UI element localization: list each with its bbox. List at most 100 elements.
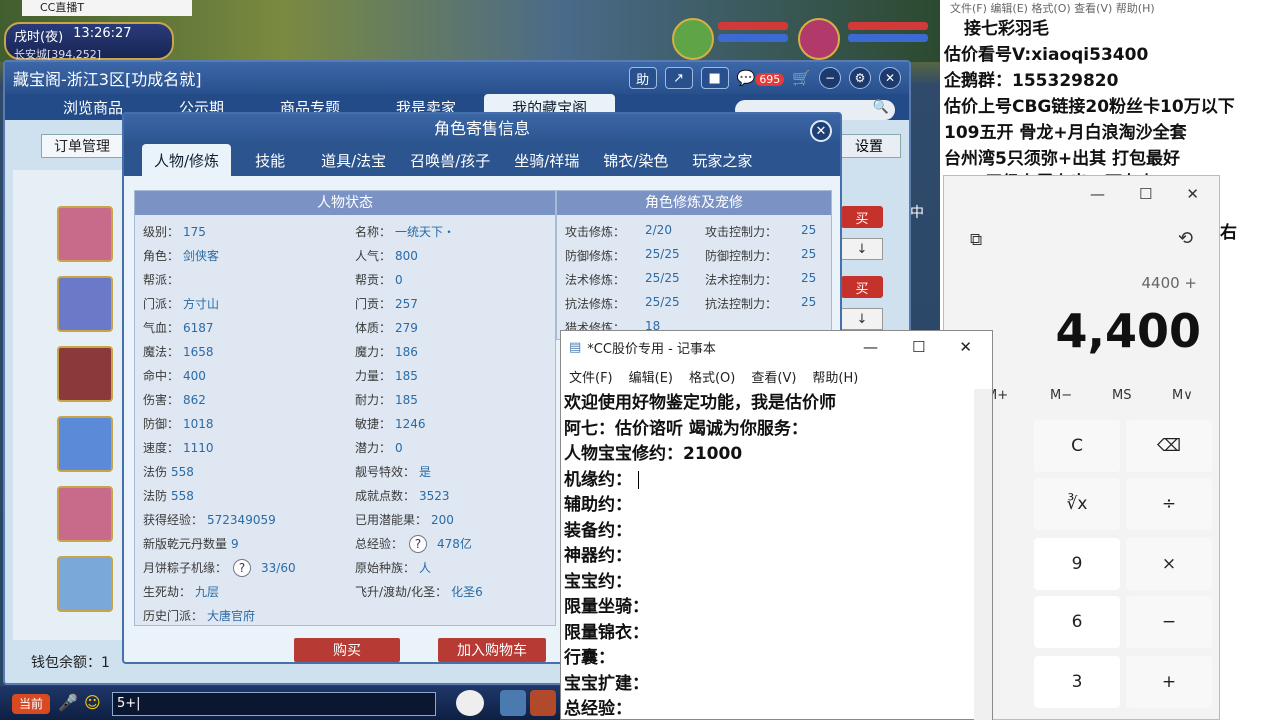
pet-icon[interactable]: [456, 690, 484, 716]
clear-button[interactable]: C: [1034, 420, 1120, 472]
cultivation-label: 防御修炼：: [565, 249, 626, 263]
status-label: 法防: [143, 489, 168, 503]
search-icon[interactable]: 🔍: [873, 100, 889, 115]
minimize-icon[interactable]: −: [819, 67, 841, 89]
menu-edit[interactable]: 编辑(E): [629, 367, 673, 386]
status-row: 门贡： 257: [355, 295, 418, 312]
digit-3-button[interactable]: 3: [1034, 656, 1120, 708]
status-value: 558: [171, 465, 194, 479]
status-label: 角色：: [143, 249, 180, 263]
pet-avatar[interactable]: [672, 18, 714, 60]
menu-file[interactable]: 文件(F): [569, 367, 613, 386]
tab-character[interactable]: 人物/修炼: [142, 144, 232, 176]
emoji-icon[interactable]: ☺: [84, 693, 101, 712]
role-dialog-title: 角色寄售信息: [124, 114, 840, 144]
order-management-button[interactable]: 订单管理: [41, 134, 123, 158]
minimize-icon[interactable]: —: [1090, 185, 1105, 203]
list-item[interactable]: [57, 276, 113, 332]
buy-button-row2[interactable]: 买: [841, 276, 883, 298]
chest-icon[interactable]: [530, 690, 556, 716]
status-label: 级别：: [143, 225, 180, 239]
list-item[interactable]: [57, 206, 113, 262]
digit-6-button[interactable]: 6: [1034, 596, 1120, 648]
sort-button-row1[interactable]: ↓: [841, 238, 883, 260]
tab-home[interactable]: 玩家之家: [680, 144, 764, 176]
status-row: 耐力： 185: [355, 391, 418, 408]
microphone-icon[interactable]: 🎤: [58, 693, 78, 712]
status-row: 月饼粽子机缘：? 33/60: [143, 559, 296, 577]
minimize-icon[interactable]: —: [863, 338, 878, 356]
close-icon[interactable]: ✕: [810, 120, 832, 142]
buy-button-row1[interactable]: 买: [841, 206, 883, 228]
multiply-button[interactable]: ×: [1126, 538, 1212, 590]
maximize-icon[interactable]: ☐: [912, 338, 925, 356]
status-label: 耐力：: [355, 393, 392, 407]
menu-format[interactable]: 格式(O): [689, 367, 735, 386]
tab-pets[interactable]: 召唤兽/孩子: [398, 144, 502, 176]
close-icon[interactable]: ✕: [1186, 185, 1199, 203]
plus-button[interactable]: +: [1126, 656, 1212, 708]
sort-button-row2[interactable]: ↓: [841, 308, 883, 330]
menu-help[interactable]: 帮助(H): [812, 367, 858, 386]
minus-button[interactable]: −: [1126, 596, 1212, 648]
status-label: 魔法：: [143, 345, 180, 359]
settings-button[interactable]: 设置: [837, 134, 901, 158]
maximize-icon[interactable]: ☐: [1139, 185, 1152, 203]
memory-list-button[interactable]: M∨: [1172, 388, 1193, 403]
overlay-line: 台州湾5只须弥+出其 打包最好: [944, 149, 1180, 169]
text-line: 宝宝扩建：: [564, 673, 649, 694]
add-to-cart-button[interactable]: 加入购物车: [438, 638, 546, 662]
cultivation-label: 法术控制力：: [705, 273, 778, 287]
gear-icon[interactable]: ⚙: [849, 67, 871, 89]
help-icon[interactable]: ?: [233, 559, 252, 577]
help-button[interactable]: 助: [628, 67, 657, 89]
tab-items[interactable]: 道具/法宝: [309, 144, 398, 176]
calc-result: 4,400: [1055, 304, 1201, 358]
backspace-button[interactable]: ⌫: [1126, 420, 1212, 472]
status-row: 帮贡： 0: [355, 271, 403, 288]
cart-icon[interactable]: 🛒: [792, 69, 811, 87]
message-icon[interactable]: 💬 695: [737, 69, 785, 87]
text-line: 阿七：估价谘听 竭诚为你服务：: [564, 418, 808, 439]
keep-on-top-icon[interactable]: ⧉: [970, 230, 982, 250]
tab-outfits[interactable]: 锦衣/染色: [591, 144, 680, 176]
chat-channel-button[interactable]: 当前: [12, 694, 50, 714]
notepad-text-area[interactable]: 欢迎使用好物鉴定功能，我是估价师 阿七：估价谘听 竭诚为你服务： 人物宝宝修约：…: [561, 389, 975, 720]
memory-store-button[interactable]: MS: [1112, 388, 1131, 403]
list-item[interactable]: [57, 486, 113, 542]
history-icon[interactable]: ⟲: [1178, 228, 1193, 249]
status-row: 体质： 279: [355, 319, 418, 336]
chat-input[interactable]: 5+|: [112, 692, 436, 716]
status-label: 新版乾元丹数量: [143, 537, 228, 551]
tab-mounts[interactable]: 坐骑/祥瑞: [502, 144, 591, 176]
list-item[interactable]: [57, 346, 113, 402]
player-avatar[interactable]: [798, 18, 840, 60]
list-item[interactable]: [57, 556, 113, 612]
memory-subtract-button[interactable]: M−: [1050, 388, 1072, 403]
status-row: 新版乾元丹数量 9: [143, 535, 239, 552]
help-icon[interactable]: ?: [409, 535, 428, 553]
tab-skills[interactable]: 技能: [231, 144, 309, 176]
game-window-title: CC直播T: [22, 0, 192, 16]
list-item[interactable]: [57, 416, 113, 472]
buy-button[interactable]: 购买: [294, 638, 400, 662]
cube-root-button[interactable]: ∛x: [1034, 478, 1120, 530]
share-icon[interactable]: ↗: [664, 67, 693, 89]
weapon-icon[interactable]: [500, 690, 526, 716]
status-row: 获得经验： 572349059: [143, 511, 276, 528]
status-row: 力量： 185: [355, 367, 418, 384]
cultivation-label: 抗法修炼：: [565, 297, 626, 311]
status-row: 魔法： 1658: [143, 343, 214, 360]
divide-button[interactable]: ÷: [1126, 478, 1212, 530]
status-row: 敏捷： 1246: [355, 415, 426, 432]
stop-icon[interactable]: ■: [700, 67, 729, 89]
item-list: [13, 170, 131, 640]
menu-view[interactable]: 查看(V): [751, 367, 796, 386]
treasure-title: 藏宝阁-浙江3区[功成名就]: [13, 70, 202, 89]
status-label: 防御：: [143, 417, 180, 431]
close-icon[interactable]: ✕: [879, 67, 901, 89]
digit-9-button[interactable]: 9: [1034, 538, 1120, 590]
status-value: 大唐官府: [207, 609, 256, 623]
notepad-scrollbar[interactable]: [974, 389, 992, 720]
close-icon[interactable]: ✕: [959, 338, 972, 356]
